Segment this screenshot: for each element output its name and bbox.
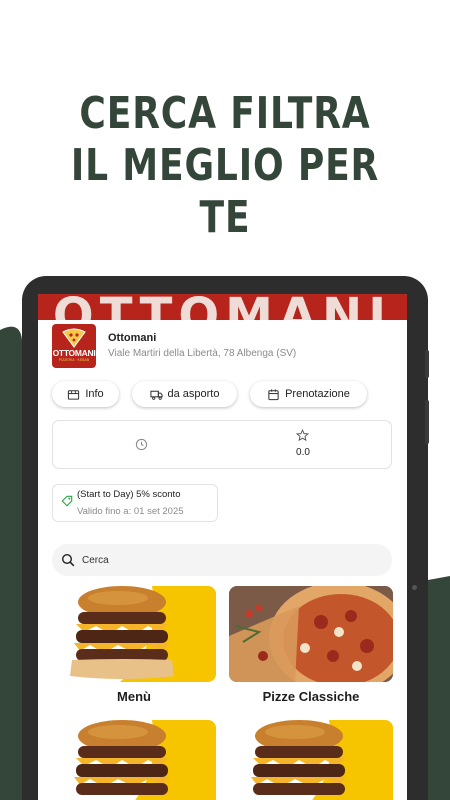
tab-reservation-label: Prenotazione xyxy=(285,388,350,400)
burger-photo xyxy=(229,720,393,800)
delivery-truck-icon xyxy=(149,390,163,400)
search-bar[interactable] xyxy=(52,544,392,576)
restaurant-banner: OTTOMANI xyxy=(38,294,407,320)
tab-reservation[interactable]: Prenotazione xyxy=(250,381,367,407)
storefront-icon xyxy=(68,389,80,400)
tablet-side-button xyxy=(425,350,429,378)
info-box: 0.0 xyxy=(52,420,392,469)
tab-info-label: Info xyxy=(85,388,104,400)
logo-text: OTTOMANI xyxy=(52,348,96,358)
tab-info[interactable]: Info xyxy=(52,381,119,407)
promo-coupon[interactable]: (Start to Day) 5% sconto Valido fino a: … xyxy=(52,484,218,522)
calendar-icon xyxy=(268,388,279,400)
restaurant-address: Viale Martiri della Libertà, 78 Albenga … xyxy=(108,348,297,359)
promo-validity: Valido fino a: 01 set 2025 xyxy=(77,506,184,517)
tab-takeaway[interactable]: da asporto xyxy=(132,381,237,407)
rating-value: 0.0 xyxy=(296,447,310,458)
logo-subtitle: PIZZERIA · KEBAB xyxy=(58,358,90,362)
tag-icon xyxy=(61,495,73,507)
category-menu-image[interactable] xyxy=(52,586,216,682)
tablet-volume-button xyxy=(425,400,429,444)
app-screen: OTTOMANI OTTOMANI PIZZERIA · KEBAB Ottom… xyxy=(38,294,407,800)
clock-icon xyxy=(135,438,148,451)
category-image[interactable] xyxy=(52,720,216,800)
promo-title: (Start to Day) 5% sconto xyxy=(77,489,181,500)
pizza-photo xyxy=(229,586,393,682)
search-icon xyxy=(61,553,75,567)
burger-photo xyxy=(52,586,216,682)
burger-photo xyxy=(52,720,216,800)
headline-line-2: IL MEGLIO PER TE xyxy=(70,140,380,243)
headline-line-1: CERCA FILTRA xyxy=(79,88,371,139)
search-input[interactable] xyxy=(82,550,372,570)
restaurant-logo: OTTOMANI PIZZERIA · KEBAB xyxy=(52,324,96,368)
restaurant-name: Ottomani xyxy=(108,332,157,344)
banner-text: OTTOMANI xyxy=(38,294,407,320)
pizza-slice-icon xyxy=(62,328,86,348)
category-pizze-classiche-label: Pizze Classiche xyxy=(262,689,360,704)
tab-takeaway-label: da asporto xyxy=(167,388,220,400)
category-menu-label: Menù xyxy=(117,689,151,704)
category-pizze-classiche-image[interactable] xyxy=(229,586,393,682)
tablet-camera xyxy=(412,585,417,590)
star-icon xyxy=(296,429,309,442)
promo-headline: CERCA FILTRA IL MEGLIO PER TE xyxy=(41,88,410,244)
category-image[interactable] xyxy=(229,720,393,800)
